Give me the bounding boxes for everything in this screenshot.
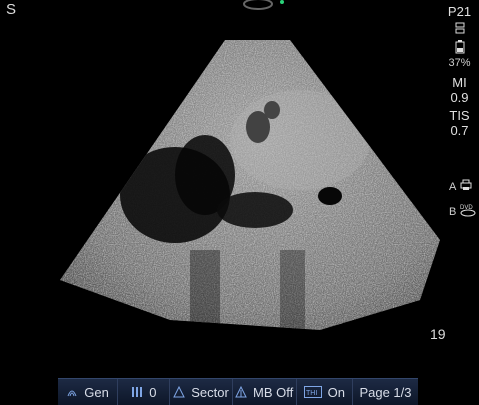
gain-label: 0 — [149, 384, 157, 400]
sector-button[interactable]: Sector — [170, 379, 233, 405]
printer-icon — [460, 179, 472, 194]
bars-icon — [131, 386, 143, 398]
svg-text:THI: THI — [306, 390, 317, 397]
depth-readout: 19 — [430, 326, 446, 342]
probe-icon — [66, 386, 78, 398]
mode-icon — [440, 22, 479, 37]
orientation-marker: S — [6, 1, 17, 18]
mi-value: 0.9 — [450, 90, 469, 105]
page-label: Page 1/3 — [359, 384, 412, 400]
preset-label: P21 — [447, 4, 472, 19]
gain-button[interactable]: 0 — [118, 379, 171, 405]
mb-label: MB Off — [253, 384, 294, 400]
dvd-label: B — [449, 206, 457, 218]
tis-value: 0.7 — [450, 123, 469, 138]
sector-label: Sector — [191, 384, 229, 400]
page-button[interactable]: Page 1/3 — [353, 379, 418, 405]
print-label: A — [449, 181, 457, 193]
tis-label: TIS — [449, 108, 470, 123]
thi-label: On — [327, 384, 345, 400]
thi-button[interactable]: THI On — [297, 379, 353, 405]
gen-label: Gen — [84, 384, 109, 400]
thi-icon: THI — [303, 386, 322, 398]
gen-button[interactable]: Gen — [58, 379, 119, 405]
mi-label: MI — [452, 75, 467, 90]
print-control[interactable]: A — [440, 178, 479, 194]
ultrasound-image — [60, 0, 440, 330]
sector-icon — [173, 386, 186, 398]
dvd-control[interactable]: B DVD — [440, 203, 479, 220]
battery-icon — [440, 40, 479, 57]
mb-button[interactable]: MB Off — [233, 379, 297, 405]
mb-icon — [235, 386, 247, 398]
control-toolbar: Gen 0 Sector MB Off THI On Page 1/3 — [58, 378, 418, 405]
dvd-icon: DVD — [460, 203, 476, 220]
battery-percent: 37% — [448, 57, 471, 69]
